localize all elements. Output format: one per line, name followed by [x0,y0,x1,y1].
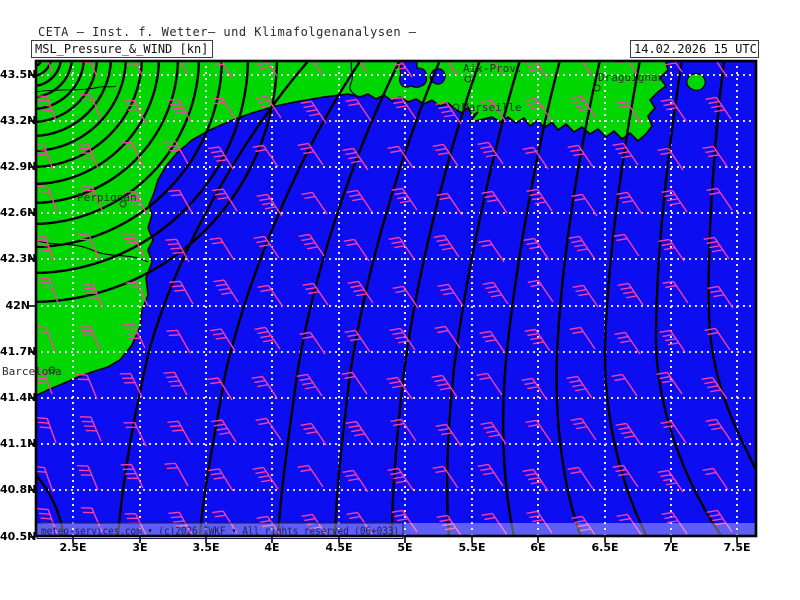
copyright-text: meteo-services.com • (c)2026 IWKF • All … [41,526,399,538]
city-label-draguignan: Draguignan [598,71,664,84]
city-label-perpignan: Perpignan [77,191,137,204]
pressure-wind-map: meteo-services.com • (c)2026 IWKF • All … [2,59,758,543]
coastal-peninsula [686,72,706,91]
weather-map-page: CETA — Inst. f. Wetter— und Klimafolgena… [0,0,800,600]
city-label-marseille: Marseille [462,101,522,114]
city-label-aix: Aix-Prov. [463,62,523,75]
